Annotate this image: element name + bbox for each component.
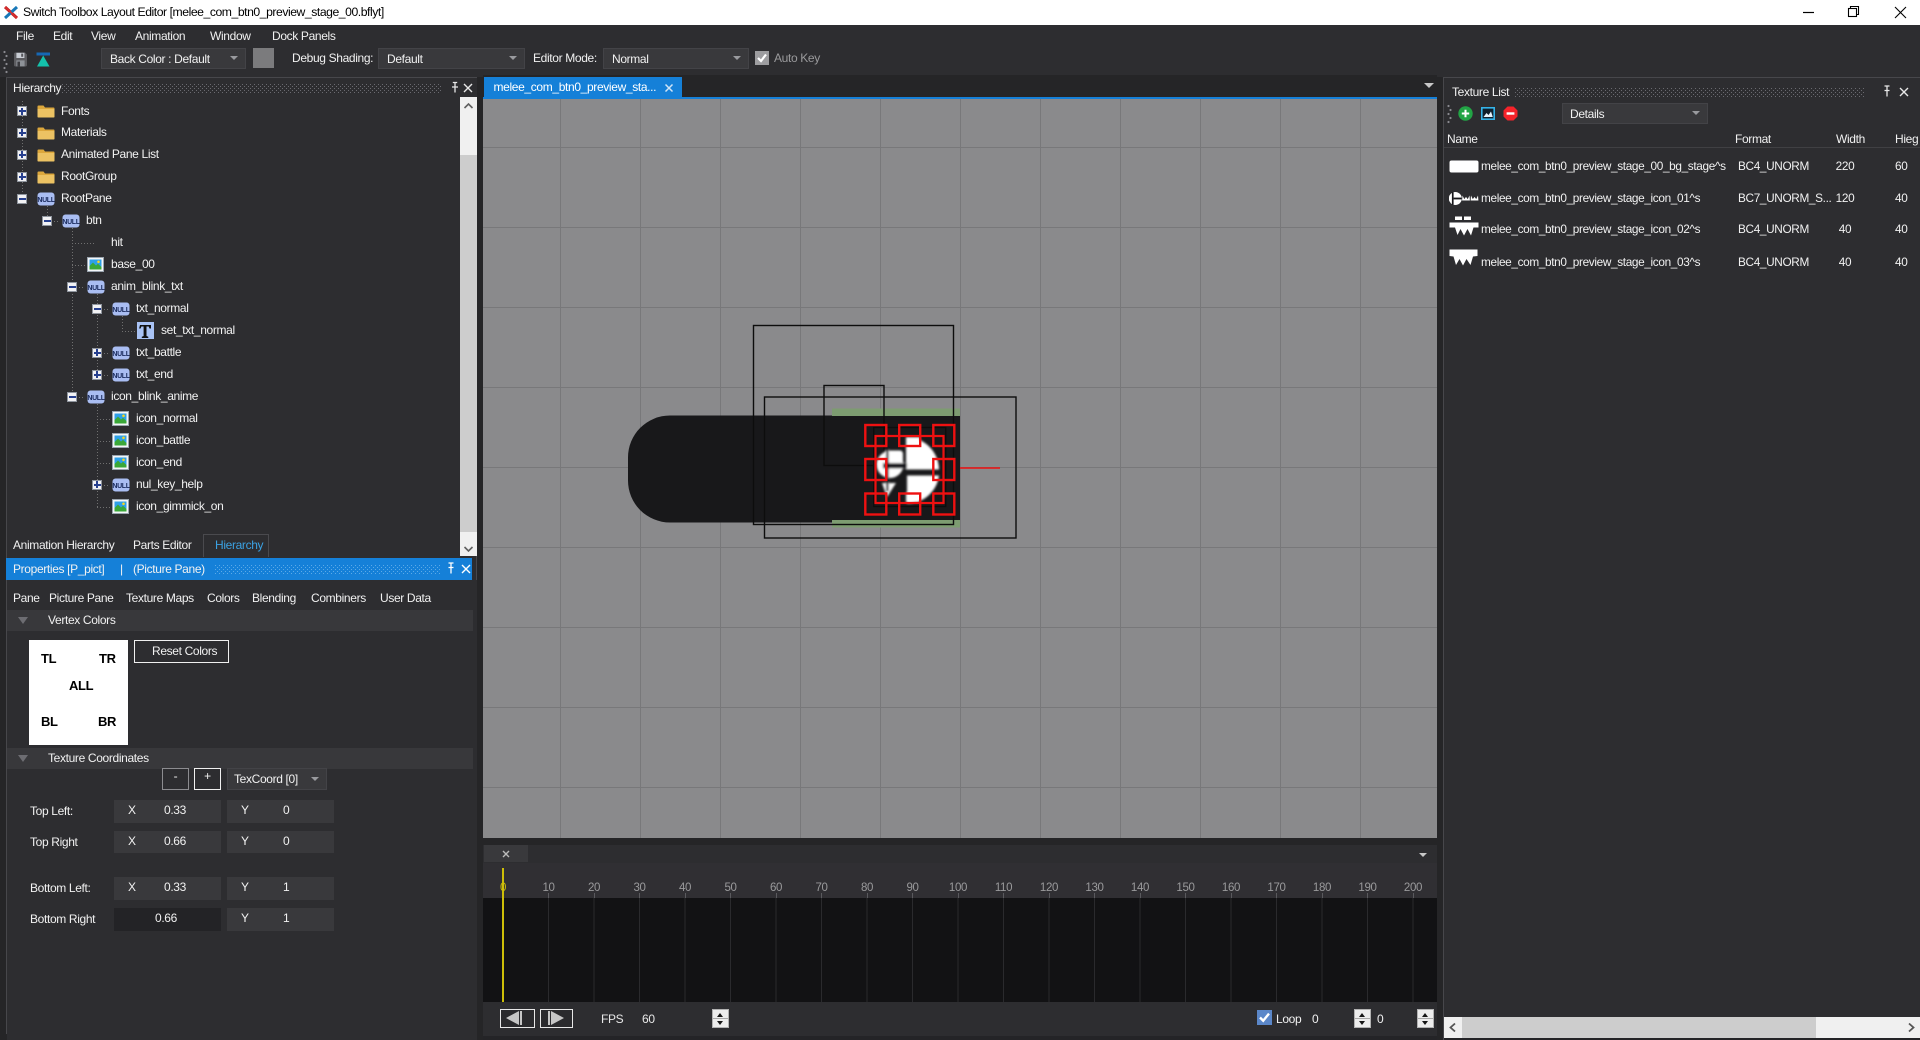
- svg-text:NULL: NULL: [112, 373, 130, 380]
- svg-text:NULL: NULL: [112, 483, 130, 490]
- svg-text:NULL: NULL: [87, 395, 105, 402]
- svg-text:NULL: NULL: [112, 307, 130, 314]
- svg-text:NULL: NULL: [112, 351, 130, 358]
- svg-text:NULL: NULL: [87, 285, 105, 292]
- svg-text:NULL: NULL: [37, 197, 55, 204]
- svg-text:NULL: NULL: [62, 219, 80, 226]
